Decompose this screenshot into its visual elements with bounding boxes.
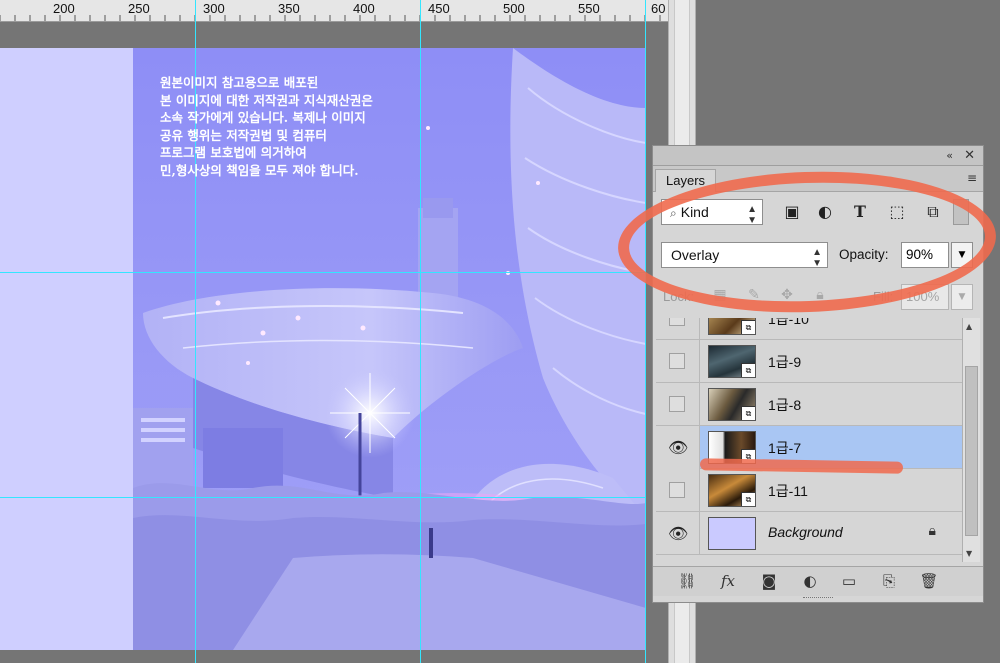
layer-row[interactable]: ⧉ 1급-8	[656, 383, 962, 426]
panel-title-bar[interactable]: « ✕	[653, 146, 983, 166]
eye-icon: 👁︎	[668, 438, 689, 457]
smart-object-icon: ⧉	[741, 363, 755, 377]
ruler-label: 250	[128, 1, 150, 16]
layer-row[interactable]: 👁︎ Background 🔒︎	[656, 512, 962, 555]
smart-object-icon: ⧉	[741, 492, 755, 506]
smart-object-icon: ⧉	[741, 320, 755, 334]
visibility-toggle[interactable]	[656, 383, 700, 426]
guide-vertical[interactable]	[420, 0, 421, 663]
scroll-down-icon[interactable]: ▼	[966, 549, 972, 558]
ruler-ticks	[0, 15, 661, 21]
smart-object-icon: ⧉	[741, 406, 755, 420]
layer-name[interactable]: 1급-11	[768, 481, 808, 501]
scroll-up-icon[interactable]: ▲	[966, 322, 972, 331]
visibility-off-box	[669, 353, 685, 369]
visibility-off-box	[669, 396, 685, 412]
guide-horizontal[interactable]	[0, 497, 646, 498]
background-panel	[0, 48, 133, 650]
ruler-label: 350	[278, 1, 300, 16]
visibility-toggle[interactable]	[656, 469, 700, 512]
collapse-icon[interactable]: «	[946, 149, 953, 162]
layer-name[interactable]: 1급-9	[768, 352, 801, 372]
fx-icon[interactable]: fx	[716, 572, 740, 592]
guide-vertical[interactable]	[645, 0, 646, 663]
scroll-thumb[interactable]	[965, 366, 978, 536]
watermark-text: 원본이미지 참고용으로 배포된 본 이미지에 대한 저작권과 지식재산권은 소속…	[160, 75, 373, 178]
photoshop-window: 200 250 300 350 400 450 500 550 60 원본이미지…	[0, 0, 1000, 663]
mask-icon[interactable]: ◙	[757, 572, 781, 592]
ruler-label: 60	[651, 1, 666, 16]
eye-icon: 👁︎	[668, 524, 689, 543]
visibility-off-box	[669, 318, 685, 326]
resize-grip[interactable]	[803, 597, 833, 601]
ruler-label: 300	[203, 1, 225, 16]
lock-icon: 🔒︎	[928, 523, 936, 539]
visibility-toggle[interactable]	[656, 318, 700, 340]
layer-name[interactable]: Background	[768, 524, 843, 540]
layer-name[interactable]: 1급-7	[768, 438, 801, 458]
layer-thumbnail	[708, 517, 756, 550]
ruler-label: 550	[578, 1, 600, 16]
horizontal-ruler[interactable]: 200 250 300 350 400 450 500 550 60	[0, 0, 668, 22]
ruler-label: 500	[503, 1, 525, 16]
layer-thumbnail: ⧉	[708, 345, 756, 378]
layer-list: ⧉ 1급-10 ⧉ 1급-9 ⧉ 1급-8 👁︎ ⧉ 1급-7 ⧉ 1급-11 …	[656, 318, 962, 562]
layer-name[interactable]: 1급-10	[768, 318, 809, 329]
adjustment-icon[interactable]: ◐	[798, 572, 822, 592]
ruler-label: 400	[353, 1, 375, 16]
layer-list-scrollbar[interactable]: ▲ ▼	[962, 318, 980, 562]
visibility-toggle[interactable]: 👁︎	[656, 512, 700, 555]
ruler-label: 200	[53, 1, 75, 16]
panel-bottom-toolbar: ⛓︎ fx ◙ ◐ ▭ ⎘ 🗑︎	[653, 566, 983, 596]
guide-horizontal[interactable]	[0, 272, 646, 273]
layer-thumbnail: ⧉	[708, 474, 756, 507]
layer-thumbnail: ⧉	[708, 388, 756, 421]
visibility-off-box	[669, 482, 685, 498]
layer-row[interactable]: ⧉ 1급-9	[656, 340, 962, 383]
layer-row[interactable]: ⧉ 1급-11	[656, 469, 962, 512]
fill-dropdown-button[interactable]: ▼	[951, 284, 973, 310]
ruler-label: 450	[428, 1, 450, 16]
panel-menu-icon[interactable]: ≡	[967, 171, 977, 185]
close-icon[interactable]: ✕	[964, 148, 975, 163]
visibility-toggle[interactable]	[656, 340, 700, 383]
layer-name[interactable]: 1급-8	[768, 395, 801, 415]
trash-icon[interactable]: 🗑︎	[917, 572, 941, 592]
folder-icon[interactable]: ▭	[837, 572, 861, 592]
layer-thumbnail: ⧉	[708, 318, 756, 335]
visibility-toggle[interactable]: 👁︎	[656, 426, 700, 469]
link-icon[interactable]: ⛓︎	[675, 572, 699, 592]
layer-row[interactable]: ⧉ 1급-10	[656, 318, 962, 340]
new-layer-icon[interactable]: ⎘	[877, 572, 901, 592]
